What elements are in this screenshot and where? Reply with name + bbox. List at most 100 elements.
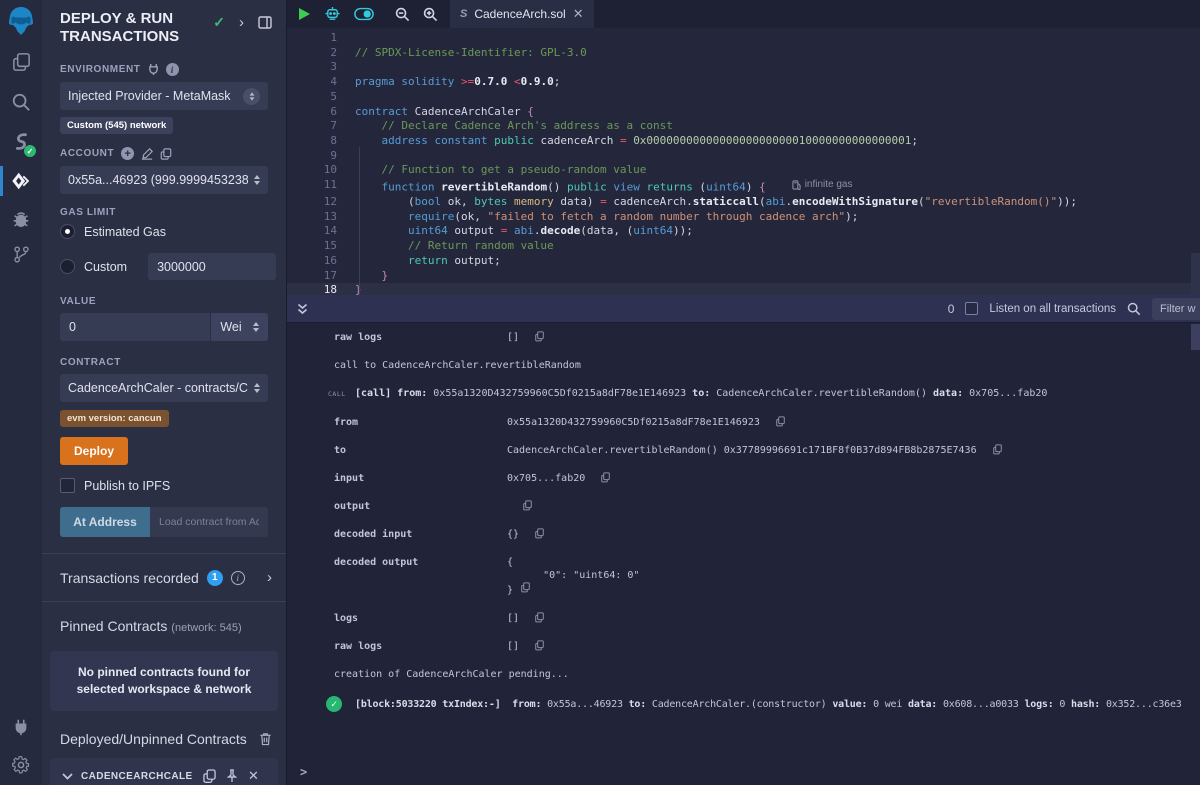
pin-contract-icon[interactable]: [226, 769, 238, 783]
terminal-prompt[interactable]: >: [300, 765, 307, 779]
terminal-row-value: 0x705...fab20: [507, 472, 610, 485]
file-explorer-icon[interactable]: [0, 52, 42, 73]
at-address-button[interactable]: At Address: [60, 507, 150, 537]
remixai-icon[interactable]: [324, 6, 341, 22]
code-line[interactable]: 10 // Function to get a pseudo-random va…: [287, 163, 1200, 178]
code-line[interactable]: 9: [287, 149, 1200, 164]
copy-icon[interactable]: [776, 416, 785, 427]
transactions-recorded-row[interactable]: Transactions recorded 1 i ›: [42, 554, 286, 601]
line-content: (bool ok, bytes memory data) = cadenceAr…: [351, 195, 1077, 210]
copy-icon[interactable]: [601, 472, 610, 483]
custom-gas-input[interactable]: [148, 253, 276, 280]
value-unit-select[interactable]: Wei: [210, 313, 268, 341]
text-segment: (: [759, 195, 766, 208]
account-select[interactable]: 0x55a...46923 (999.9999453238: [60, 166, 268, 194]
call-log-text[interactable]: [call] from: 0x55a1320D432759960C5Df0215…: [355, 387, 1047, 400]
copy-icon[interactable]: [535, 612, 544, 623]
sign-message-icon[interactable]: [141, 148, 153, 160]
code-line[interactable]: 5: [287, 90, 1200, 105]
code-line[interactable]: 12 (bool ok, bytes memory data) = cadenc…: [287, 195, 1200, 210]
search-icon[interactable]: [0, 92, 42, 112]
code-line[interactable]: 15 // Return random value: [287, 239, 1200, 254]
environment-select[interactable]: Injected Provider - MetaMask: [60, 82, 268, 110]
line-content: }: [351, 283, 362, 295]
terminal-row-value: CadenceArchCaler.revertibleRandom() 0x37…: [507, 444, 1002, 457]
line-number: 15: [287, 239, 351, 254]
text-segment: // Function to get a pseudo-random value: [355, 163, 646, 176]
contract-value: CadenceArchCaler - contracts/Cac: [68, 381, 248, 395]
environment-info-icon[interactable]: i: [166, 63, 179, 76]
code-line[interactable]: 1: [287, 31, 1200, 46]
plugin-manager-icon[interactable]: [0, 717, 42, 737]
listen-all-transactions-checkbox[interactable]: [965, 302, 978, 315]
zoom-in-icon[interactable]: [423, 7, 438, 22]
text-segment: 0x55a...46923: [541, 699, 628, 710]
close-contract-icon[interactable]: ✕: [248, 768, 259, 784]
terminal-row-label: output: [334, 500, 507, 513]
contract-select[interactable]: CadenceArchCaler - contracts/Cac: [60, 374, 268, 402]
copy-account-icon[interactable]: [160, 148, 172, 160]
code-line[interactable]: 14 uint64 output = abi.decode(data, (uin…: [287, 224, 1200, 239]
block-log-text[interactable]: [block:5033220 txIndex:-] from: 0x55a...…: [355, 698, 1182, 711]
copy-icon[interactable]: [521, 582, 530, 593]
copy-icon[interactable]: [535, 528, 544, 539]
add-account-icon[interactable]: +: [121, 147, 134, 160]
publish-ipfs-checkbox[interactable]: [60, 478, 75, 493]
code-line[interactable]: 2// SPDX-License-Identifier: GPL-3.0: [287, 46, 1200, 61]
close-tab-icon[interactable]: ✕: [573, 6, 584, 22]
code-line[interactable]: 3: [287, 60, 1200, 75]
copy-address-icon[interactable]: [203, 769, 216, 783]
code-line[interactable]: 17 }: [287, 269, 1200, 284]
copy-icon[interactable]: [535, 331, 544, 342]
terminal-search-icon[interactable]: [1127, 302, 1141, 316]
toggle-icon[interactable]: [354, 7, 374, 21]
collapse-panel-icon[interactable]: ›: [239, 14, 244, 31]
copy-icon[interactable]: [523, 500, 532, 511]
line-content: contract CadenceArchCaler {: [351, 105, 534, 120]
code-line[interactable]: 11 function revertibleRandom() public vi…: [287, 178, 1200, 195]
custom-gas-radio[interactable]: [60, 259, 75, 274]
code-line[interactable]: 4pragma solidity >=0.7.0 <0.9.0;: [287, 75, 1200, 90]
tab-cadencearch-sol[interactable]: S CadenceArch.sol ✕: [450, 0, 594, 28]
text-segment: {: [759, 180, 766, 193]
evm-version-badge: evm version: cancun: [60, 410, 169, 427]
copy-icon[interactable]: [535, 640, 544, 651]
clear-deployed-icon[interactable]: [259, 732, 272, 746]
code-line[interactable]: 6contract CadenceArchCaler {: [287, 105, 1200, 120]
remix-logo: [0, 6, 42, 36]
at-address-input[interactable]: [150, 507, 268, 537]
zoom-out-icon[interactable]: [395, 7, 410, 22]
text-segment: abi: [514, 224, 534, 237]
deploy-run-icon[interactable]: [0, 170, 42, 192]
text-segment: from:: [512, 699, 541, 710]
value-input[interactable]: [60, 313, 210, 341]
pin-panel-icon[interactable]: [258, 16, 272, 29]
code-line[interactable]: 13 require(ok, "failed to fetch a random…: [287, 210, 1200, 225]
expand-terminal-icon[interactable]: [297, 303, 308, 315]
fork-environment-icon[interactable]: [148, 63, 159, 76]
code-editor[interactable]: 12// SPDX-License-Identifier: GPL-3.034p…: [287, 28, 1200, 295]
code-line[interactable]: 18}: [287, 283, 1200, 295]
text-segment: CadenceArchCaler.(constructor): [646, 699, 832, 710]
estimated-gas-radio[interactable]: [60, 224, 75, 239]
terminal-scrollbar[interactable]: [1191, 324, 1200, 350]
settings-icon[interactable]: [0, 755, 42, 775]
deployed-contract-card: CADENCEARCHCALER AT 0X3 ✕ Balance: 0 ETH…: [50, 758, 278, 785]
deploy-button[interactable]: Deploy: [60, 437, 128, 465]
git-icon[interactable]: [0, 245, 42, 264]
text-segment: (ok,: [454, 210, 487, 223]
copy-icon[interactable]: [993, 444, 1002, 455]
debugger-icon[interactable]: [0, 209, 42, 229]
code-line[interactable]: 8 address constant public cadenceArch = …: [287, 134, 1200, 149]
code-line[interactable]: 16 return output;: [287, 254, 1200, 269]
transactions-info-icon[interactable]: i: [231, 571, 245, 585]
editor-scrollbar[interactable]: [1191, 253, 1200, 295]
terminal-filter-input[interactable]: [1152, 298, 1200, 320]
solidity-compiler-icon[interactable]: ✓: [0, 131, 42, 153]
chevron-right-icon[interactable]: ›: [267, 569, 272, 586]
text-segment: [block:5033220 txIndex:-]: [355, 699, 501, 710]
run-script-icon[interactable]: [297, 7, 311, 21]
chevron-down-icon[interactable]: [62, 773, 73, 780]
line-content: return output;: [351, 254, 501, 269]
code-line[interactable]: 7 // Declare Cadence Arch's address as a…: [287, 119, 1200, 134]
